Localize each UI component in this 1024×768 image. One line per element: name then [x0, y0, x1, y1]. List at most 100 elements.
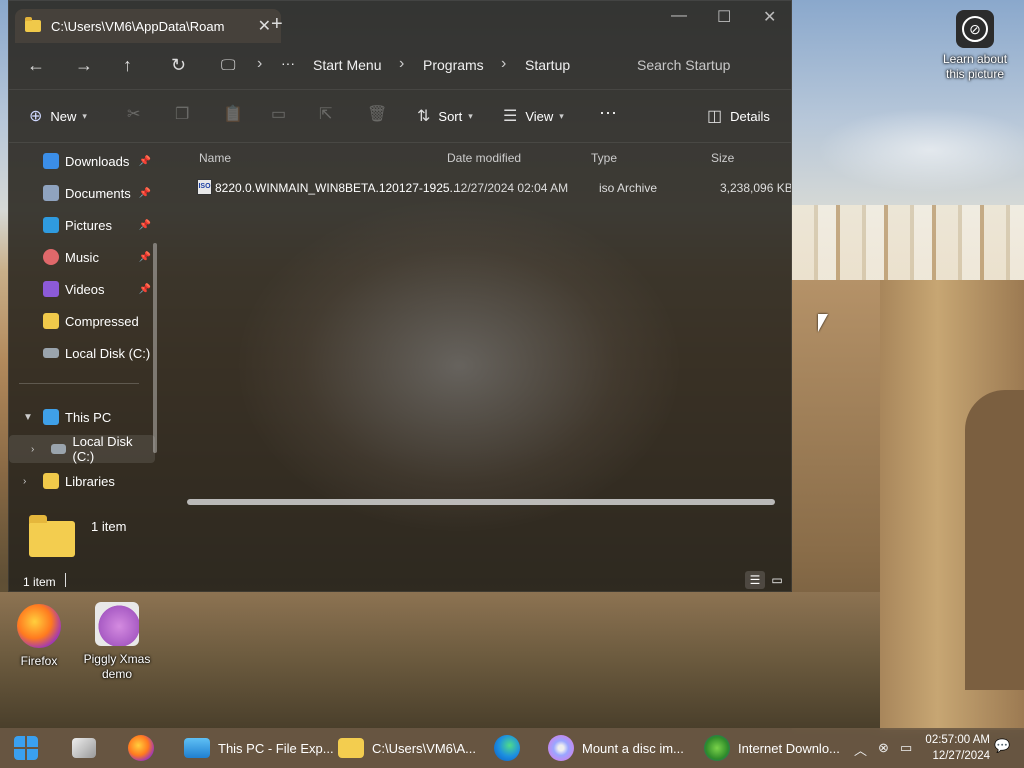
status-divider: [65, 573, 66, 587]
learn-about-picture[interactable]: ⊘ Learn about this picture: [940, 10, 1010, 82]
sidebar-divider: [19, 383, 139, 384]
sidebar-item-documents[interactable]: Documents 📌: [9, 179, 155, 207]
downloads-icon: [43, 153, 59, 169]
back-button[interactable]: ←: [27, 55, 45, 76]
sidebar-item-label: Videos: [65, 281, 105, 297]
taskbar-mount-disc[interactable]: Mount a disc im...: [548, 732, 684, 764]
download-manager-icon: [704, 735, 730, 761]
paste-icon[interactable]: 📋: [223, 104, 243, 124]
up-button[interactable]: ↑: [123, 55, 132, 76]
tree-item-local-disk[interactable]: › Local Disk (C:): [9, 434, 155, 464]
more-options-button[interactable]: ···: [599, 102, 617, 123]
navigation-bar: ← → ↑ ↻ 🖵 › ··· Start Menu › Programs › …: [9, 47, 791, 87]
details-label: Details: [730, 108, 770, 124]
details-item-count: 1 item: [91, 519, 127, 534]
desktop-icon-label: Firefox: [20, 654, 58, 668]
taskbar-internet-download-manager[interactable]: Internet Downlo...: [704, 732, 840, 764]
taskbar-firefox[interactable]: [128, 732, 162, 764]
chevron-right-icon[interactable]: ›: [31, 444, 34, 455]
close-button[interactable]: ✕: [763, 7, 776, 27]
rename-icon[interactable]: ▭: [271, 104, 286, 124]
firefox-icon: [128, 735, 154, 761]
refresh-button[interactable]: ↻: [171, 55, 186, 76]
sidebar-item-pictures[interactable]: Pictures 📌: [9, 211, 155, 239]
details-button[interactable]: ◫ Details: [707, 106, 770, 126]
status-bar: 1 item ☰ ▭: [9, 567, 791, 591]
sort-button[interactable]: ⇅ Sort ▾: [417, 106, 473, 126]
maximize-button[interactable]: ☐: [717, 7, 731, 27]
search-input[interactable]: Search Startup: [637, 57, 730, 73]
sidebar-item-label: Pictures: [65, 217, 112, 233]
copy-icon[interactable]: ❐: [175, 104, 189, 124]
file-date: 12/27/2024 02:04 AM: [454, 181, 569, 195]
desktop-icon-firefox[interactable]: Firefox: [4, 604, 74, 669]
desktop-icon-label: Piggly Xmas demo: [83, 652, 151, 681]
sidebar-item-label: Documents: [65, 185, 131, 201]
column-header-name[interactable]: Name: [199, 151, 231, 165]
windows-logo-icon: [14, 736, 38, 760]
breadcrumb-programs[interactable]: Programs: [423, 57, 484, 73]
new-button[interactable]: ⊕ New ▾: [29, 106, 87, 126]
column-header-type[interactable]: Type: [591, 151, 617, 165]
camera-icon: ⊘: [956, 10, 994, 48]
chevron-right-icon: ›: [501, 55, 507, 72]
breadcrumb-startup[interactable]: Startup: [525, 57, 570, 73]
edge-icon: [494, 735, 520, 761]
folder-icon: [25, 17, 41, 32]
tree-item-this-pc[interactable]: ▼ This PC: [9, 403, 155, 431]
pin-icon: 📌: [138, 283, 151, 295]
music-icon: [43, 249, 59, 265]
tiles-view-icon[interactable]: ▭: [767, 571, 787, 589]
chevron-right-icon[interactable]: ›: [23, 476, 26, 487]
plus-circle-icon: ⊕: [29, 108, 43, 125]
sidebar-item-music[interactable]: Music 📌: [9, 243, 155, 271]
column-header-date[interactable]: Date modified: [447, 151, 521, 165]
file-explorer-window: C:\Users\VM6\AppData\Roam ✕ + — ☐ ✕ ← → …: [8, 0, 792, 592]
tree-item-label: Libraries: [65, 473, 115, 489]
minimize-button[interactable]: —: [671, 7, 687, 25]
sidebar-item-compressed[interactable]: Compressed: [9, 307, 155, 335]
pictures-icon: [43, 217, 59, 233]
system-clock[interactable]: 02:57:00 AM 12/27/2024: [925, 732, 990, 764]
folder-icon: [338, 738, 364, 758]
pin-icon: 📌: [138, 219, 151, 231]
tab-current-folder[interactable]: C:\Users\VM6\AppData\Roam ✕: [15, 9, 281, 43]
tree-item-libraries[interactable]: › Libraries: [9, 467, 155, 495]
file-row[interactable]: ISO 8220.0.WINMAIN_WIN8BETA.120127-1925.…: [179, 177, 791, 199]
firefox-icon: [17, 604, 61, 648]
monitor-icon[interactable]: 🖵: [221, 57, 235, 74]
view-button[interactable]: ☰ View ▾: [503, 106, 564, 126]
chevron-up-icon[interactable]: ︿: [854, 740, 867, 759]
taskbar-file-explorer-this-pc[interactable]: This PC - File Exp...: [184, 732, 334, 764]
sidebar-scrollbar[interactable]: [153, 243, 157, 453]
cut-icon[interactable]: ✂: [127, 104, 140, 124]
chevron-down-icon[interactable]: ▼: [23, 412, 33, 423]
sidebar-item-label: Local Disk (C:): [65, 345, 151, 361]
start-button[interactable]: [14, 732, 46, 764]
horizontal-scrollbar[interactable]: [187, 499, 775, 505]
forward-button[interactable]: →: [75, 55, 93, 76]
share-icon[interactable]: ⇱: [319, 104, 332, 124]
taskbar-file-explorer-folder[interactable]: C:\Users\VM6\A...: [338, 732, 476, 764]
sidebar-item-local-disk[interactable]: Local Disk (C:): [9, 339, 155, 367]
new-tab-button[interactable]: +: [271, 13, 283, 36]
taskbar-edge[interactable]: [494, 732, 528, 764]
sidebar-item-videos[interactable]: Videos 📌: [9, 275, 155, 303]
notifications-icon[interactable]: 💬: [994, 738, 1010, 754]
column-header-size[interactable]: Size: [711, 151, 734, 165]
task-view-button[interactable]: [72, 732, 104, 764]
tab-title: C:\Users\VM6\AppData\Roam: [51, 18, 225, 34]
this-pc-icon: [43, 409, 59, 425]
breadcrumb-start-menu[interactable]: Start Menu: [313, 57, 381, 73]
sidebar-item-label: Downloads: [65, 153, 130, 169]
status-item-count: 1 item: [23, 575, 56, 589]
breadcrumb-overflow[interactable]: ···: [281, 55, 295, 71]
close-tab-icon[interactable]: ✕: [258, 16, 271, 36]
disc-icon: [548, 735, 574, 761]
sidebar-item-downloads[interactable]: Downloads 📌: [9, 147, 155, 175]
delete-icon[interactable]: 🗑: [367, 104, 387, 124]
display-icon[interactable]: ▭: [900, 740, 912, 756]
details-view-icon[interactable]: ☰: [745, 571, 765, 589]
desktop-icon-piggly[interactable]: Piggly Xmas demo: [82, 602, 152, 682]
network-disconnected-icon[interactable]: ⊗: [878, 740, 889, 756]
